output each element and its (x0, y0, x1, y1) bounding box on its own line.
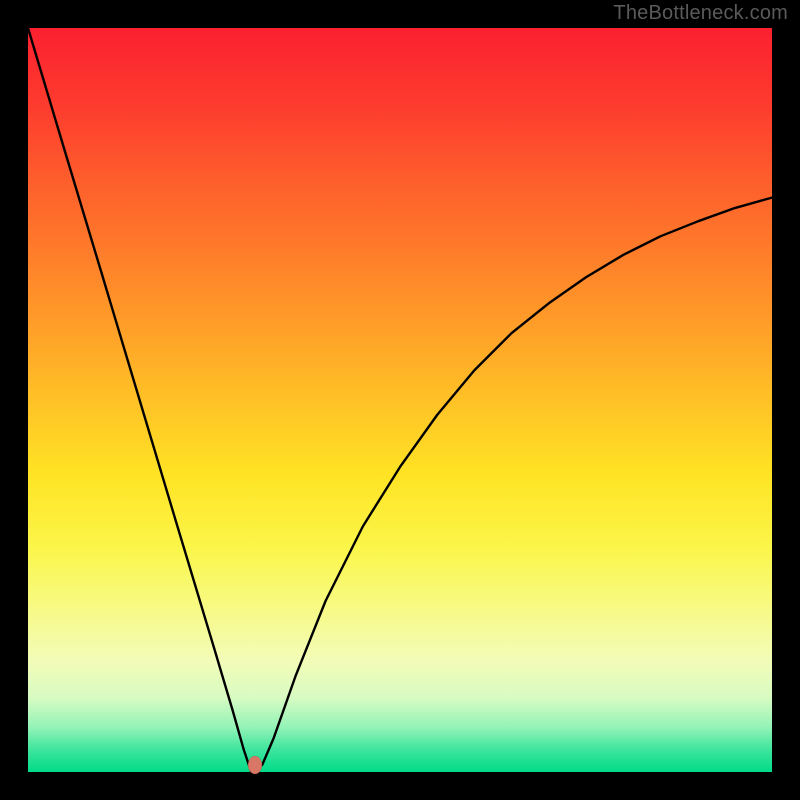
chart-frame: TheBottleneck.com (0, 0, 800, 800)
bottleneck-curve (28, 28, 772, 772)
watermark-text: TheBottleneck.com (613, 2, 788, 25)
plot-area (28, 28, 772, 772)
minimum-marker (248, 756, 262, 774)
